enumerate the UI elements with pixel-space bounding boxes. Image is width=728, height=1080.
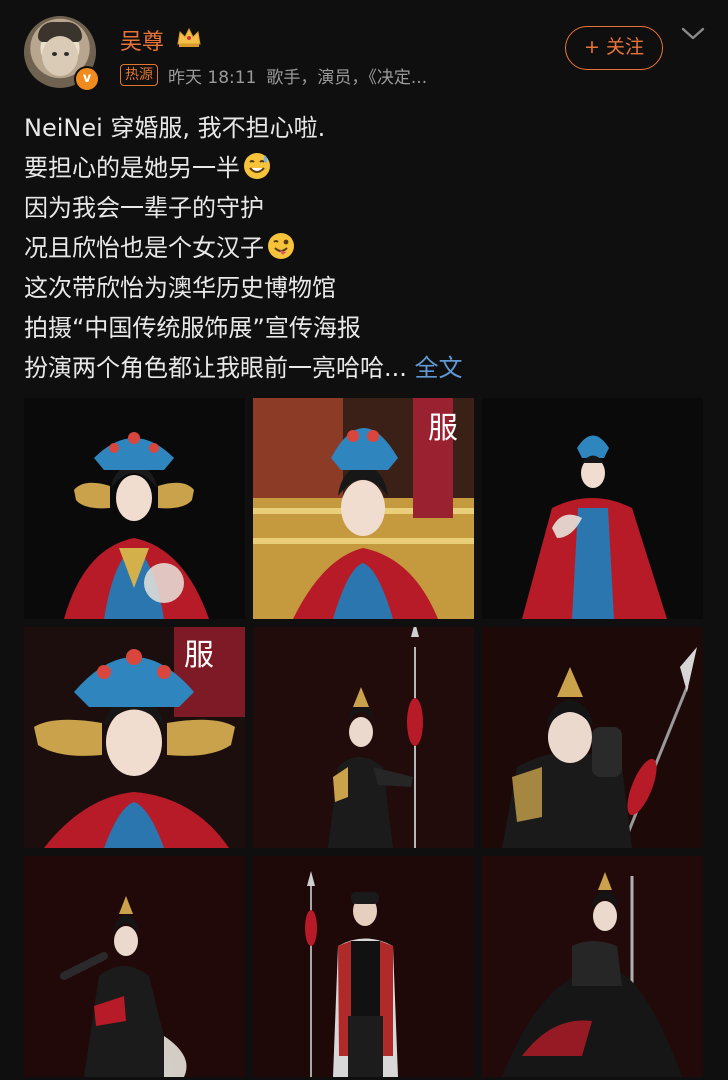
photo-thumbnail[interactable] (24, 856, 245, 1077)
follow-button[interactable]: + 关注 (565, 26, 663, 70)
warrior-sword-photo (482, 856, 703, 1077)
sweat-smile-emoji (244, 153, 270, 179)
man-spear-photo (253, 856, 474, 1077)
overlay-text: 服 (184, 638, 214, 673)
post-line: NeiNei 穿婚服, 我不担心啦. (24, 114, 326, 142)
photo-thumbnail[interactable]: 服 (24, 627, 245, 848)
post-line: 要担心的是她另一半 (24, 148, 704, 188)
warrior-pose-photo (24, 856, 245, 1077)
warrior-closeup-photo (482, 627, 703, 848)
bride-closeup-photo: 服 (253, 398, 474, 619)
avatar-eye (64, 52, 69, 56)
photo-thumbnail[interactable] (253, 627, 474, 848)
username[interactable]: 吴尊 (120, 24, 164, 56)
chevron-down-icon[interactable] (680, 26, 706, 42)
bride-headdress-photo: 服 (24, 627, 245, 848)
crown-icon (177, 27, 201, 47)
post-timestamp: 昨天 18:11 (168, 67, 257, 88)
verified-badge: v (74, 66, 100, 92)
full-text-link[interactable]: 全文 (415, 354, 463, 382)
bride-photo (24, 398, 245, 619)
photo-thumbnail[interactable] (253, 856, 474, 1077)
post-header: v 吴尊 热源 昨天 18:11 歌手，演员，《决定... + 关注 (0, 0, 728, 100)
user-bio: 歌手，演员，《决定... (266, 67, 428, 88)
post-line: 拍摄“中国传统服饰展”宣传海报 (24, 314, 361, 342)
post-line: 因为我会一辈子的守护 (24, 194, 264, 222)
wink-tongue-emoji (268, 233, 294, 259)
warrior-spear-photo (253, 627, 474, 848)
post-line-text: 要担心的是她另一半 (24, 154, 240, 182)
post-text: NeiNei 穿婚服, 我不担心啦. 要担心的是她另一半 因为我会一辈子的守护 … (24, 108, 704, 388)
bride-fullbody-photo (482, 398, 703, 619)
post-line: 这次带欣怡为澳华历史博物馆 (24, 274, 336, 302)
avatar-eye (52, 52, 57, 56)
post-line: 扮演两个角色都让我眼前一亮哈哈... 全文 (24, 348, 704, 388)
photo-thumbnail[interactable] (24, 398, 245, 619)
weibo-post: v 吴尊 热源 昨天 18:11 歌手，演员，《决定... + 关注 NeiNe… (0, 0, 728, 1080)
overlay-text: 服 (428, 411, 458, 446)
post-meta: 热源 昨天 18:11 歌手，演员，《决定... (120, 62, 427, 88)
photo-thumbnail[interactable]: 服 (253, 398, 474, 619)
hot-source-badge: 热源 (120, 64, 158, 86)
photo-thumbnail[interactable] (482, 856, 703, 1077)
post-line-text: 扮演两个角色都让我眼前一亮哈哈... (24, 354, 407, 382)
post-line: 况且欣怡也是个女汉子 (24, 228, 704, 268)
post-line-text: 况且欣怡也是个女汉子 (24, 234, 264, 262)
avatar-face (42, 36, 78, 76)
photo-thumbnail[interactable] (482, 398, 703, 619)
photo-thumbnail[interactable] (482, 627, 703, 848)
